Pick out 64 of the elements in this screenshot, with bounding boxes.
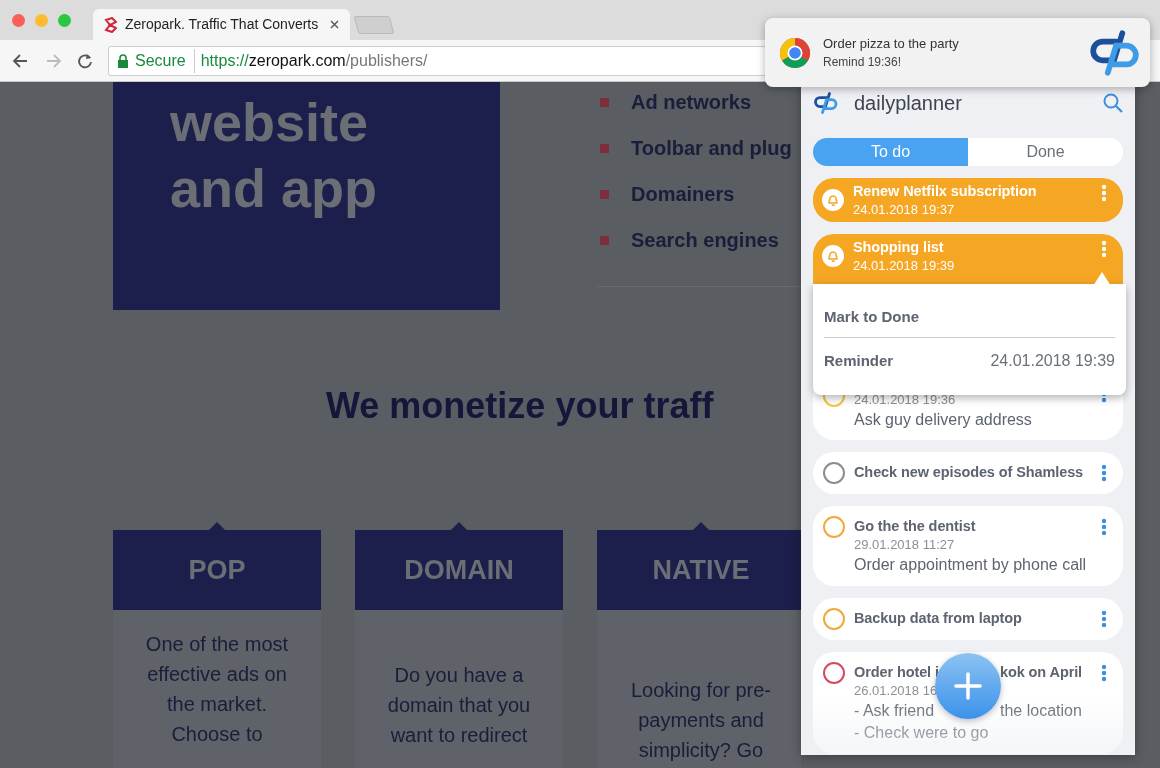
browser-logo-icon	[779, 36, 811, 69]
card-text: One of the most effective ads on the market. Choose to	[144, 632, 290, 747]
bullet-icon	[600, 143, 609, 153]
list-item: Domainers	[631, 182, 735, 207]
forward-icon[interactable]	[44, 51, 62, 70]
close-icon[interactable]	[329, 19, 340, 30]
task-card[interactable]: Backup data from laptop	[813, 598, 1123, 640]
task-card[interactable]: Go the the dentist 29.01.2018 11:27 Order appointment by phone call	[813, 506, 1123, 586]
plus-icon	[954, 672, 982, 700]
menu-item[interactable]: Mark to Done	[824, 307, 919, 327]
secure-label: Secure	[135, 48, 195, 73]
favicon-icon	[103, 16, 117, 33]
card-text: Looking for pre- payments and simplicity? Go	[629, 678, 773, 763]
task-title: Shopping list	[853, 238, 944, 257]
notification-title: Order pizza to the party	[823, 34, 960, 53]
task-date: 29.01.2018 11:27	[854, 536, 955, 554]
status-circle[interactable]	[823, 462, 845, 484]
task-date: 24.01.2018 19:36	[854, 391, 956, 409]
task-note: - Ask friend	[854, 701, 935, 721]
bell-icon	[822, 189, 844, 211]
task-title: Backup data from laptop	[854, 609, 1022, 628]
zoom-window-button[interactable]	[58, 13, 71, 27]
task-note: Order appointment by phone call	[854, 555, 1087, 575]
bullet-icon	[600, 189, 609, 199]
task-title: kok on April	[1000, 663, 1083, 682]
bullet-icon	[600, 235, 609, 245]
list-item: Toolbar and plug	[631, 136, 792, 161]
task-title: Go the the dentist	[854, 517, 976, 536]
task-date: 24.01.2018 19:39	[853, 257, 955, 274]
status-circle[interactable]	[823, 608, 845, 630]
task-title: Check new episodes of Shamless	[854, 463, 1084, 482]
status-circle[interactable]	[823, 516, 845, 538]
task-note: Ask guy delivery address	[854, 410, 1032, 430]
browser-tab[interactable]: Zeropark. Traffic That Converts	[93, 9, 350, 40]
app-logo-icon	[1088, 29, 1140, 76]
list-item: Search engines	[631, 228, 779, 253]
card-title: POP	[188, 553, 246, 587]
reminder-time: 24.01.2018 19:39	[990, 351, 1115, 371]
notification-text: Remind 19:36!	[823, 53, 903, 71]
bullet-icon	[600, 97, 609, 107]
back-icon[interactable]	[12, 51, 30, 70]
search-icon[interactable]	[1103, 93, 1123, 113]
reload-icon[interactable]	[76, 51, 94, 70]
card-title: DOMAIN	[404, 553, 514, 587]
task-note: - Check were to go	[854, 723, 989, 743]
task-date: 26.01.2018 16	[854, 682, 938, 700]
card-title: NATIVE	[652, 553, 750, 587]
menu-item[interactable]: Reminder	[824, 351, 894, 371]
list-item: Ad networks	[631, 90, 752, 115]
bell-icon	[822, 245, 844, 267]
app-logo-icon	[813, 92, 838, 114]
task-title: Renew Netfilx subscription	[853, 182, 1037, 201]
hero-title: website and app	[170, 91, 378, 220]
card-text: Do you have a domain that you want to redirect	[386, 663, 532, 748]
task-date: 24.01.2018 19:37	[853, 201, 955, 218]
status-circle[interactable]	[823, 662, 845, 684]
task-card[interactable]: Check new episodes of Shamless	[813, 452, 1123, 494]
url-text: https://zeropark.com/publishers/	[200, 50, 428, 71]
notification-toast[interactable]: Order pizza to the party Remind 19:36!	[765, 18, 1150, 87]
lock-icon	[117, 53, 129, 68]
app-title: dailyplanner	[854, 91, 962, 116]
task-note: the location	[1000, 701, 1082, 721]
close-window-button[interactable]	[12, 13, 25, 27]
section-heading: We monetize your traff	[326, 385, 715, 427]
